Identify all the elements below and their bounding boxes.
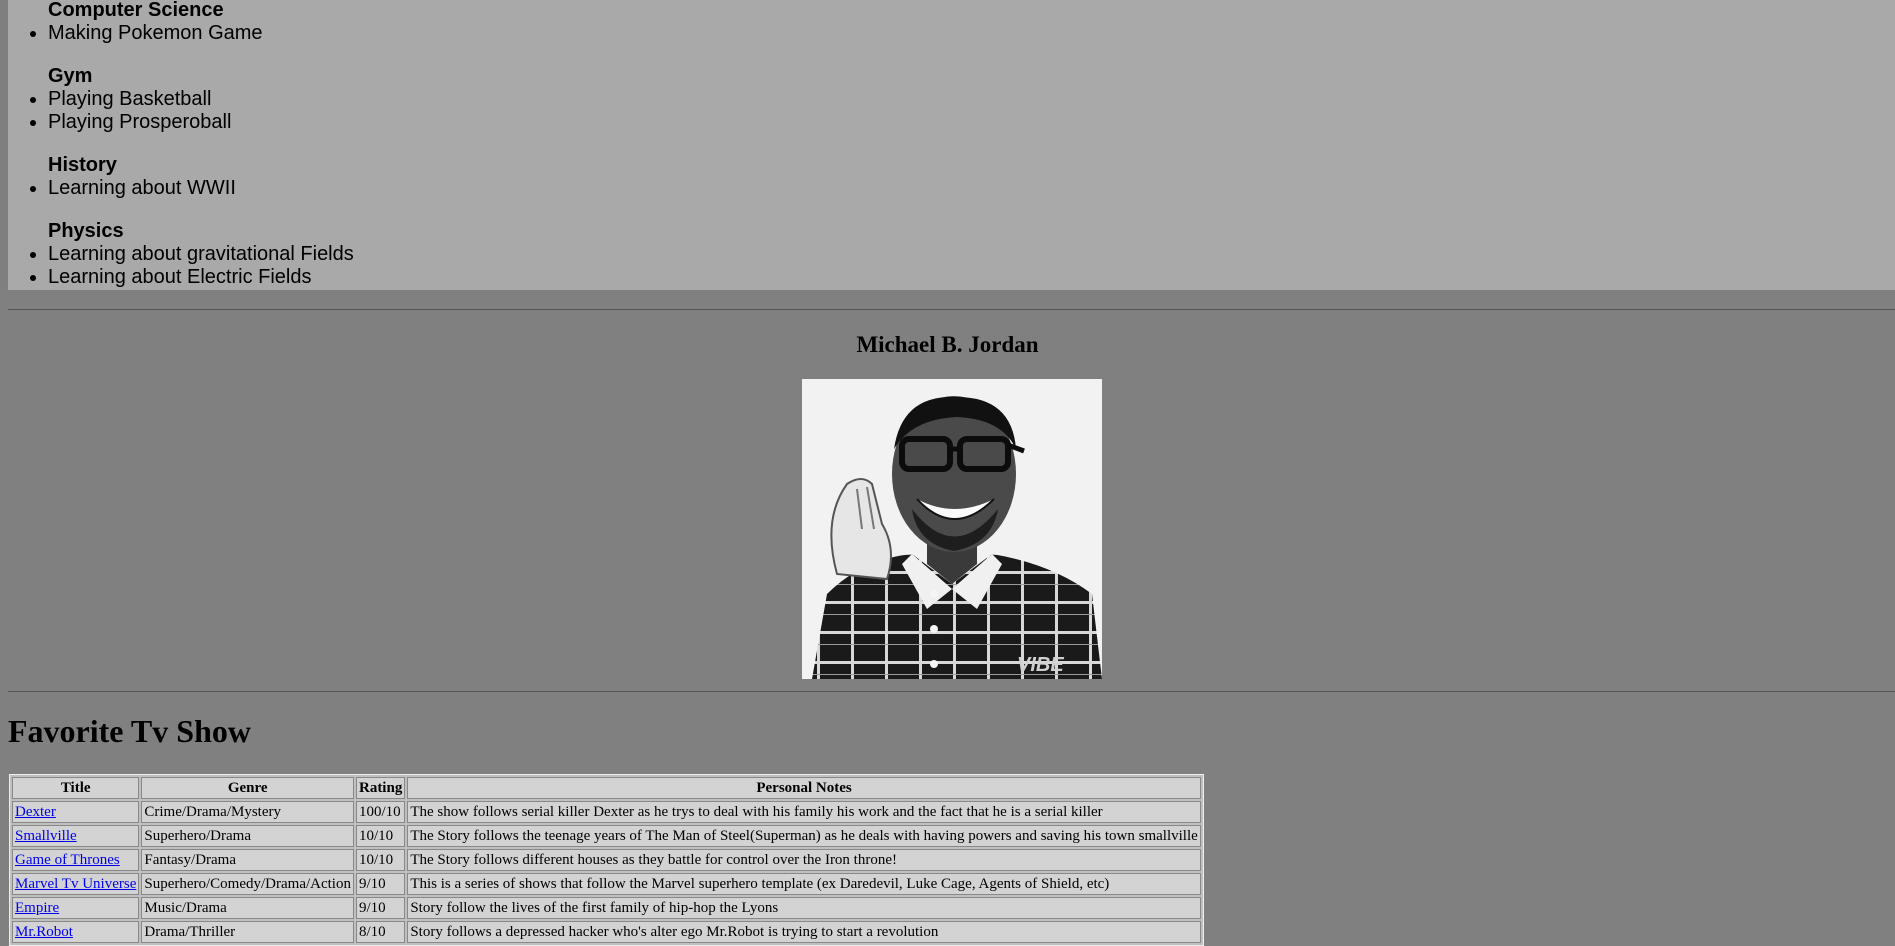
table-row: Smallville Superhero/Drama 10/10 The Sto…	[12, 825, 1201, 847]
rating-cell: 10/10	[355, 825, 406, 847]
column-header-title: Title	[12, 777, 140, 799]
title-cell: Marvel Tv Universe	[12, 873, 140, 895]
celebrity-photo: VIBE	[802, 379, 1102, 679]
genre-cell: Music/Drama	[141, 897, 354, 919]
table-row: Empire Music/Drama 9/10 Story follow the…	[12, 897, 1201, 919]
column-header-rating: Rating	[355, 777, 406, 799]
list-item: Learning about WWII	[48, 177, 236, 200]
celebrity-name: Michael B. Jordan	[856, 332, 1039, 357]
rating-cell: 10/10	[355, 849, 406, 871]
show-link[interactable]: Empire	[15, 900, 59, 916]
activity-list: Playing Basketball Playing Prosperoball	[8, 88, 231, 134]
genre-cell: Superhero/Drama	[141, 825, 354, 847]
rating-cell: 9/10	[355, 873, 406, 895]
subject-heading: Computer Science	[48, 0, 224, 21]
genre-cell: Drama/Thriller	[141, 921, 354, 943]
list-item: Learning about gravitational Fields	[48, 243, 354, 266]
list-item: Playing Basketball	[48, 88, 231, 111]
column-header-genre: Genre	[141, 777, 354, 799]
title-cell: Mr.Robot	[12, 921, 140, 943]
left-edge-strip	[0, 0, 8, 290]
subject-heading: Gym	[48, 65, 93, 87]
title-cell: Empire	[12, 897, 140, 919]
list-item: Learning about Electric Fields	[48, 266, 354, 289]
rating-cell: 8/10	[355, 921, 406, 943]
vibe-watermark: VIBE	[1017, 654, 1064, 676]
list-item: Playing Prosperoball	[48, 111, 231, 134]
rating-cell: 100/10	[355, 801, 406, 823]
notes-cell: This is a series of shows that follow th…	[407, 873, 1201, 895]
subject-physics: Physics Learning about gravitational Fie…	[8, 220, 354, 289]
genre-cell: Fantasy/Drama	[141, 849, 354, 871]
subject-computer-science: Computer Science Making Pokemon Game	[8, 0, 263, 45]
table-header-row: Title Genre Rating Personal Notes	[12, 777, 1201, 799]
title-cell: Game of Thrones	[12, 849, 140, 871]
tv-show-table: Title Genre Rating Personal Notes Dexter…	[9, 774, 1204, 946]
show-link[interactable]: Mr.Robot	[15, 924, 73, 940]
genre-cell: Crime/Drama/Mystery	[141, 801, 354, 823]
notes-cell: Story follow the lives of the first fami…	[407, 897, 1201, 919]
show-link[interactable]: Marvel Tv Universe	[15, 876, 136, 892]
notes-cell: The Story follows different houses as th…	[407, 849, 1201, 871]
column-header-notes: Personal Notes	[407, 777, 1201, 799]
subject-heading: History	[48, 154, 117, 176]
table-row: Mr.Robot Drama/Thriller 8/10 Story follo…	[12, 921, 1201, 943]
classes-section: Computer Science Making Pokemon Game Gym…	[8, 0, 1895, 290]
notes-cell: Story follows a depressed hacker who's a…	[407, 921, 1201, 943]
table-row: Dexter Crime/Drama/Mystery 100/10 The sh…	[12, 801, 1201, 823]
notes-cell: The show follows serial killer Dexter as…	[407, 801, 1201, 823]
activity-list: Making Pokemon Game	[8, 22, 263, 45]
title-cell: Dexter	[12, 801, 140, 823]
title-cell: Smallville	[12, 825, 140, 847]
subject-heading: Physics	[48, 220, 124, 242]
horizontal-divider	[8, 309, 1895, 310]
genre-cell: Superhero/Comedy/Drama/Action	[141, 873, 354, 895]
activity-list: Learning about gravitational Fields Lear…	[8, 243, 354, 289]
rating-cell: 9/10	[355, 897, 406, 919]
activity-list: Learning about WWII	[8, 177, 236, 200]
show-link[interactable]: Dexter	[15, 804, 56, 820]
notes-cell: The Story follows the teenage years of T…	[407, 825, 1201, 847]
table-row: Marvel Tv Universe Superhero/Comedy/Dram…	[12, 873, 1201, 895]
horizontal-divider	[8, 691, 1895, 692]
subject-gym: Gym Playing Basketball Playing Prosperob…	[8, 65, 231, 134]
show-link[interactable]: Smallville	[15, 828, 77, 844]
subject-history: History Learning about WWII	[8, 154, 236, 200]
table-row: Game of Thrones Fantasy/Drama 10/10 The …	[12, 849, 1201, 871]
tv-section-heading: Favorite Tv Show	[8, 713, 251, 749]
list-item: Making Pokemon Game	[48, 22, 263, 45]
show-link[interactable]: Game of Thrones	[15, 852, 120, 868]
